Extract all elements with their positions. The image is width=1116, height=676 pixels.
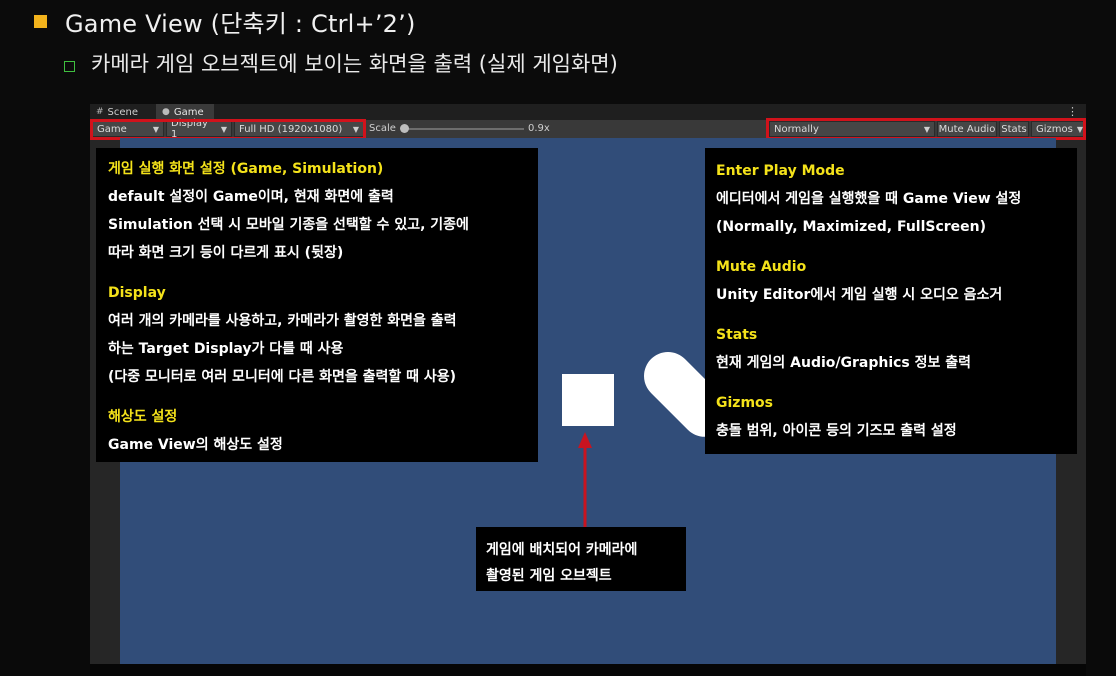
background-editor-left <box>0 110 90 676</box>
background-editor-right <box>1086 110 1116 676</box>
note-line: Game View의 해상도 설정 <box>108 437 283 453</box>
tab-scene-label: Scene <box>107 106 139 118</box>
scale-value: 0.9x <box>528 123 550 134</box>
note-heading-display: Display <box>108 285 166 301</box>
grid-icon: # <box>96 107 104 117</box>
note-box-bottom: 게임에 배치되어 카메라에 촬영된 게임 오브젝트 <box>476 527 686 591</box>
scale-label: Scale <box>369 123 396 134</box>
note-line: 촬영된 게임 오브젝트 <box>486 568 612 584</box>
note-line: 에디터에서 게임을 실행했을 때 Game View 설정 <box>716 191 1022 207</box>
note-heading-resolution: 해상도 설정 <box>108 409 178 425</box>
slide-subtitle: 카메라 게임 오브젝트에 보이는 화면을 출력 (실제 게임화면) <box>64 48 618 78</box>
tab-scene[interactable]: # Scene <box>90 104 154 120</box>
note-line: Simulation 선택 시 모바일 기종을 선택할 수 있고, 기종에 <box>108 217 469 233</box>
note-line: Unity Editor에서 게임 실행 시 오디오 음소거 <box>716 287 1003 303</box>
arrow-icon <box>578 432 592 528</box>
gamepad-icon: ● <box>162 107 170 117</box>
note-line: (다중 모니터로 여러 모니터에 다른 화면을 출력할 때 사용) <box>108 369 457 385</box>
note-line: default 설정이 Game이며, 현재 화면에 출력 <box>108 189 394 205</box>
square-bullet-icon <box>34 15 47 28</box>
more-options-icon[interactable]: ⋮ <box>1067 105 1078 118</box>
note-line: 현재 게임의 Audio/Graphics 정보 출력 <box>716 355 972 371</box>
highlight-right-controls <box>766 118 1086 140</box>
note-line: 여러 개의 카메라를 사용하고, 카메라가 촬영한 화면을 출력 <box>108 313 457 329</box>
note-box-right: Enter Play Mode 에디터에서 게임을 실행했을 때 Game Vi… <box>705 148 1077 454</box>
tab-game-label: Game <box>173 106 204 118</box>
scale-slider-handle[interactable] <box>400 124 409 133</box>
note-heading-game-mode: 게임 실행 화면 설정 (Game, Simulation) <box>108 161 384 177</box>
note-heading-gizmos: Gizmos <box>716 395 773 411</box>
note-heading-mute-audio: Mute Audio <box>716 259 807 275</box>
slide-title: Game View (단축키 : Ctrl+’2’) <box>34 4 416 39</box>
game-object-square <box>562 374 614 426</box>
note-heading-stats: Stats <box>716 327 758 343</box>
note-line: 충돌 범위, 아이콘 등의 기즈모 출력 설정 <box>716 423 957 439</box>
scale-slider-track[interactable] <box>404 128 524 130</box>
note-line: 하는 Target Display가 다를 때 사용 <box>108 341 344 357</box>
note-line: 따라 화면 크기 등이 다르게 표시 (뒷장) <box>108 245 344 261</box>
highlight-left-controls <box>90 119 366 140</box>
slide-title-text: Game View (단축키 : Ctrl+’2’) <box>65 10 416 38</box>
note-line: 게임에 배치되어 카메라에 <box>486 542 638 558</box>
note-box-left: 게임 실행 화면 설정 (Game, Simulation) default 설… <box>96 148 538 462</box>
slide-subtitle-text: 카메라 게임 오브젝트에 보이는 화면을 출력 (실제 게임화면) <box>91 52 618 76</box>
note-heading-play-mode: Enter Play Mode <box>716 163 845 179</box>
note-line: (Normally, Maximized, FullScreen) <box>716 219 987 235</box>
hollow-square-bullet-icon <box>64 60 75 72</box>
